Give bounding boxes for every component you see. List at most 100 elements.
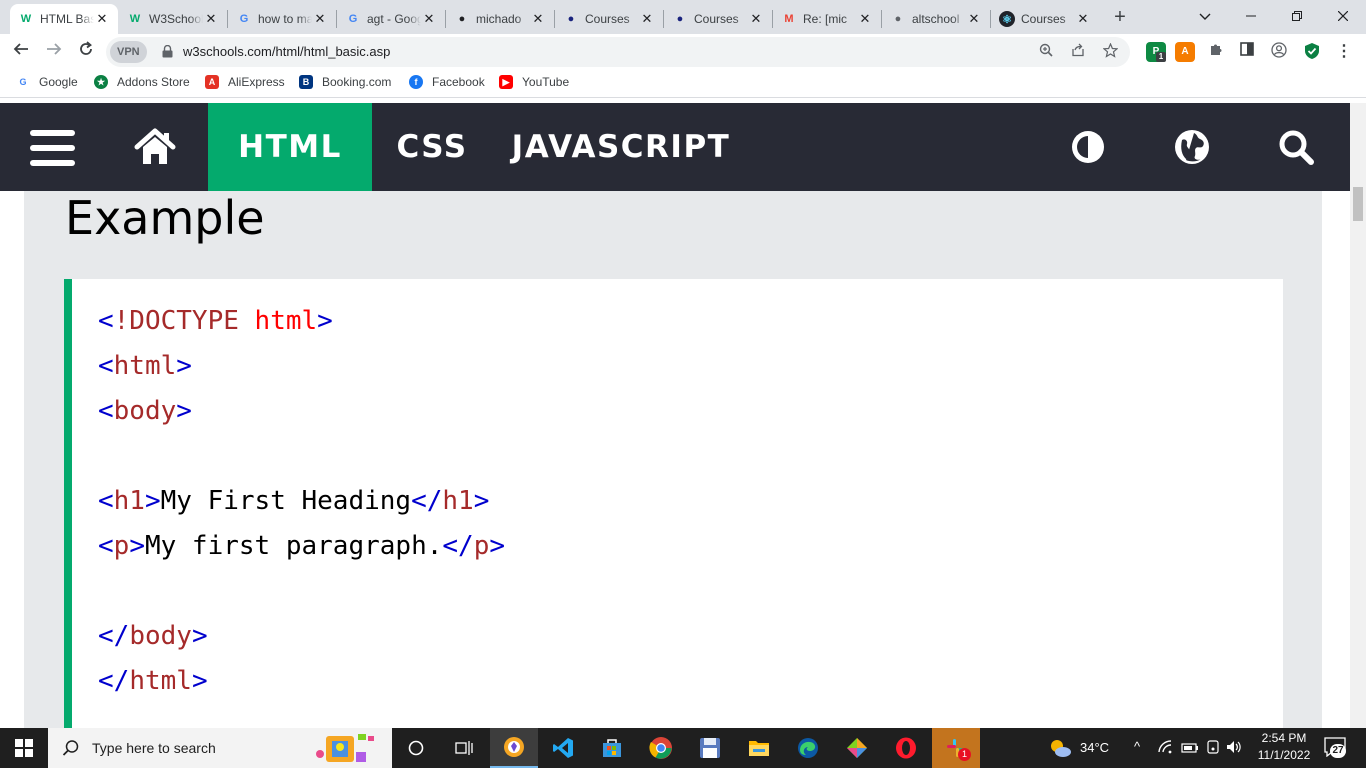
google-icon: G [19, 77, 27, 87]
close-tab-icon[interactable]: ✕ [203, 11, 219, 27]
share-icon[interactable] [1068, 43, 1088, 61]
close-tab-icon[interactable]: ✕ [312, 11, 328, 27]
bookmark-label: Booking.com [322, 75, 392, 89]
opera-icon [896, 737, 916, 759]
taskbar-edge[interactable] [784, 728, 832, 768]
clock-date[interactable]: 11/1/2022 [1256, 748, 1312, 762]
code-block: <!DOCTYPE html> <html> <body> <h1>My First … [98, 299, 505, 704]
home-button[interactable] [134, 127, 176, 167]
tab-4[interactable]: ● michado ✕ [446, 4, 554, 34]
taskbar-search[interactable]: Type here to search [48, 728, 392, 768]
taskbar-vscode[interactable] [539, 728, 587, 768]
addons-icon: ★ [94, 75, 108, 89]
bookmark-youtube[interactable]: ▶ YouTube [499, 75, 569, 89]
clock-time[interactable]: 2:54 PM [1260, 731, 1308, 745]
code-token: </ [442, 531, 474, 561]
wifi-icon[interactable] [1158, 740, 1174, 759]
bookmark-booking-com[interactable]: B Booking.com [299, 75, 391, 89]
bookmark-google[interactable]: G Google [16, 75, 77, 89]
theme-toggle-icon[interactable] [1070, 129, 1106, 165]
restore-button[interactable] [1274, 2, 1320, 30]
taskbar-floppy[interactable] [686, 728, 734, 768]
volume-icon[interactable] [1226, 740, 1242, 759]
shield-icon[interactable] [1302, 42, 1322, 62]
nav-html[interactable]: HTML [208, 103, 372, 191]
home-icon [134, 128, 176, 164]
code-token: > [191, 621, 208, 651]
weather-icon[interactable] [1048, 737, 1072, 764]
taskbar-slack[interactable]: 1 [932, 728, 980, 768]
taskbar-git[interactable] [833, 728, 881, 768]
close-tab-icon[interactable]: ✕ [639, 11, 655, 27]
lock-icon[interactable] [162, 45, 173, 58]
notifications-button[interactable]: 27 [1324, 737, 1348, 759]
close-tab-icon[interactable]: ✕ [966, 11, 982, 27]
scrollbar-thumb[interactable] [1353, 187, 1363, 221]
tab-3[interactable]: Gagt - Google✕ [337, 4, 445, 34]
tab-2[interactable]: Ghow to make✕ [228, 4, 336, 34]
hamburger-menu-button[interactable] [30, 130, 75, 166]
close-window-button[interactable] [1320, 2, 1366, 30]
windows-taskbar: Type here to search 1 34°C ^ 2:54 PM 11/… [0, 728, 1366, 768]
bookmark-aliexpress[interactable]: A AliExpress [205, 75, 285, 89]
reload-button[interactable] [74, 40, 98, 64]
back-button[interactable] [9, 40, 33, 64]
taskbar-brave[interactable] [490, 728, 538, 768]
tab-7[interactable]: M Re: [mic ✕ [773, 4, 881, 34]
close-tab-icon[interactable]: ✕ [530, 11, 546, 27]
taskbar-chrome[interactable] [637, 728, 685, 768]
close-tab-icon[interactable]: ✕ [857, 11, 873, 27]
tab-6[interactable]: ● Courses ✕ [664, 4, 772, 34]
taskbar-opera[interactable] [882, 728, 930, 768]
profile-icon[interactable] [1269, 42, 1289, 62]
code-line: </html> [98, 659, 505, 704]
page-scrollbar[interactable] [1350, 103, 1366, 728]
extension-p-icon[interactable]: P1 [1146, 42, 1166, 62]
forward-button[interactable] [42, 40, 66, 64]
vpn-badge[interactable]: VPN [110, 41, 147, 63]
tab-9[interactable]: ⚛ Courses ✕ [991, 4, 1099, 34]
kebab-menu-icon[interactable]: ⋮ [1334, 42, 1354, 62]
task-view-button[interactable] [440, 728, 488, 768]
taskbar-store[interactable] [588, 728, 636, 768]
chevron-up-icon[interactable]: ^ [1134, 739, 1140, 754]
nav-css[interactable]: CSS [380, 103, 484, 191]
bookmark-label: AliExpress [228, 75, 285, 89]
zoom-icon[interactable] [1036, 43, 1056, 61]
bookmark-star-icon[interactable] [1100, 42, 1120, 62]
bookmark-label: YouTube [522, 75, 570, 89]
menu-bar [30, 130, 75, 136]
taskbar-explorer[interactable] [735, 728, 783, 768]
close-tab-icon[interactable]: ✕ [94, 11, 110, 27]
extensions-puzzle-icon[interactable] [1206, 42, 1226, 62]
close-tab-icon[interactable]: ✕ [748, 11, 764, 27]
notification-count: 27 [1330, 744, 1346, 758]
close-tab-icon[interactable]: ✕ [421, 11, 437, 27]
omnibox[interactable]: VPN w3schools.com/html/html_basic.asp [106, 37, 1130, 67]
tab-8[interactable]: ● altschool ✕ [882, 4, 990, 34]
courses-icon: ● [567, 13, 575, 25]
tab-search-button[interactable] [1182, 2, 1228, 30]
new-tab-button[interactable]: + [1108, 6, 1132, 30]
weather-temp[interactable]: 34°C [1080, 740, 1109, 755]
minimize-button[interactable] [1228, 2, 1274, 30]
code-token: < [98, 531, 114, 561]
slack-badge: 1 [958, 748, 971, 761]
start-button[interactable] [0, 728, 48, 768]
battery-icon[interactable] [1181, 741, 1199, 759]
input-device-icon[interactable] [1206, 740, 1220, 759]
bookmark-addons-store[interactable]: ★ Addons Store [94, 75, 190, 89]
browser-toolbar: VPN w3schools.com/html/html_basic.asp P1… [0, 34, 1366, 70]
search-icon[interactable] [1278, 129, 1314, 165]
close-tab-icon[interactable]: ✕ [1075, 11, 1091, 27]
extension-a-icon[interactable]: A [1175, 42, 1195, 62]
globe-icon[interactable] [1174, 129, 1210, 165]
side-panel-icon[interactable] [1237, 42, 1257, 62]
cortana-button[interactable] [392, 728, 440, 768]
tab-0[interactable]: W HTML Basic✕ [10, 4, 118, 34]
tab-1[interactable]: W W3Schools✕ [119, 4, 227, 34]
tab-5[interactable]: ● Courses ✕ [555, 4, 663, 34]
nav-javascript[interactable]: JAVASCRIPT [508, 103, 734, 191]
url-text[interactable]: w3schools.com/html/html_basic.asp [183, 44, 390, 59]
bookmark-facebook[interactable]: f Facebook [409, 75, 485, 89]
